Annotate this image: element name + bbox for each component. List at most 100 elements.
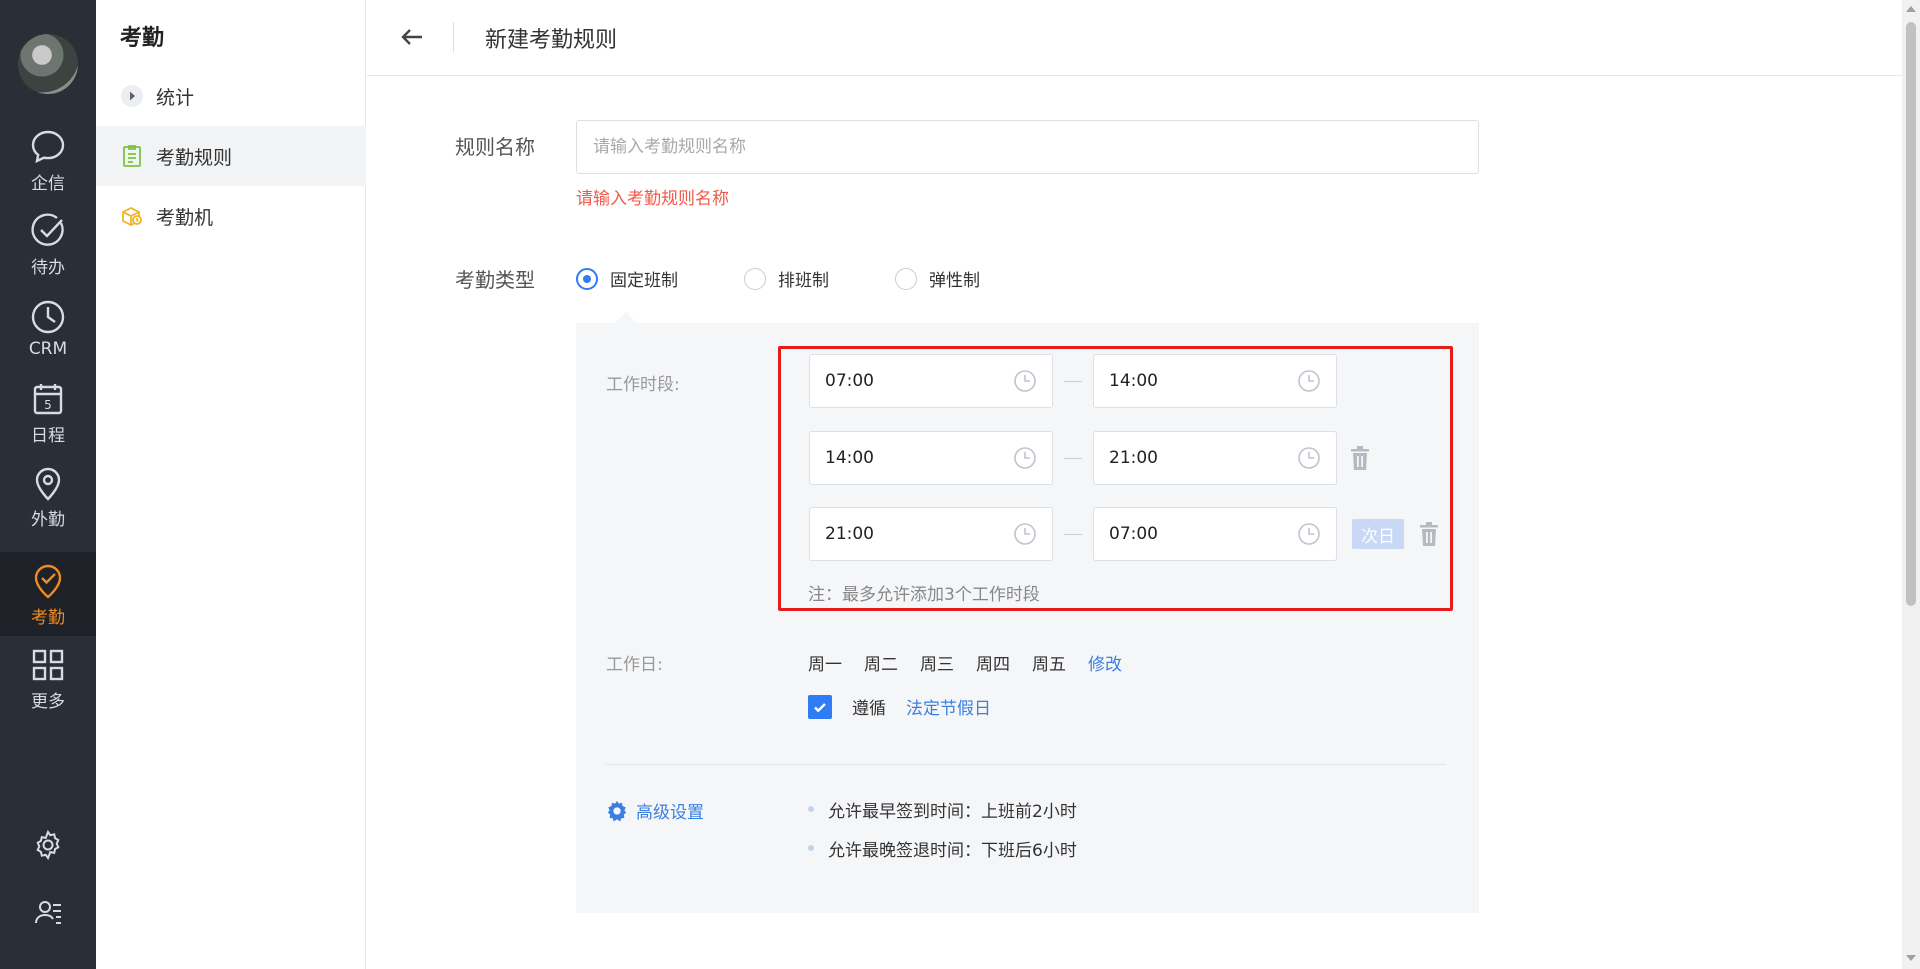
scroll-up-arrow[interactable] [1906,6,1916,12]
period-3-start-picker[interactable]: 21:00 [809,507,1053,561]
clock-icon [1014,523,1036,545]
workday-list: 周一 周二 周三 周四 周五 修改 [808,650,1144,675]
clock-icon [31,300,65,334]
trash-icon [1351,446,1369,470]
holiday-option: 遵循 法定节假日 [808,694,991,719]
workday-item: 周二 [864,655,898,675]
trash-icon [1420,522,1438,546]
rail-label: 企信 [31,173,65,194]
workday-item: 周三 [920,655,954,675]
time-value: 21:00 [825,524,874,544]
advanced-settings-link[interactable]: 高级设置 [606,798,704,823]
scroll-thumb[interactable] [1906,22,1916,606]
rail-label: 更多 [31,691,65,712]
rail-item-todo[interactable]: 待办 [0,202,96,286]
scroll-down-arrow[interactable] [1906,955,1916,961]
edit-workdays-link[interactable]: 修改 [1088,650,1122,675]
time-value: 21:00 [1109,448,1158,468]
user-settings-button[interactable] [0,882,96,942]
radio-dot [576,267,598,290]
holiday-link[interactable]: 法定节假日 [906,694,991,719]
delete-period-3-button[interactable] [1418,521,1440,547]
attendance-type-label: 考勤类型 [455,268,535,292]
rail-item-chat[interactable]: 企信 [0,118,96,202]
rail-label: 外勤 [31,509,65,530]
advanced-settings-list: 允许最早签到时间：上班前2小时 允许最晚签退时间：下班后6小时 [808,798,1077,876]
period-2-end-picker[interactable]: 21:00 [1093,431,1337,485]
follow-label: 遵循 [852,699,886,719]
play-circle-icon [120,84,144,108]
chat-icon [31,130,65,163]
submenu-item-stats[interactable]: 统计 [96,66,366,126]
rule-name-label: 规则名称 [455,135,535,159]
time-value: 07:00 [1109,524,1158,544]
rail-label: 待办 [31,257,65,278]
radio-fixed-shift[interactable]: 固定班制 [576,266,678,291]
clock-icon [1014,370,1036,392]
period-limit-note: 注：最多允许添加3个工作时段 [808,585,1040,605]
submenu-title: 考勤 [120,26,165,51]
work-period-label: 工作时段: [606,375,680,395]
attendance-type-radios: 固定班制 排班制 弹性制 [576,266,1046,291]
radio-flexible-shift[interactable]: 弹性制 [895,266,980,291]
period-3-end-picker[interactable]: 07:00 [1093,507,1337,561]
location-pin-icon [35,467,61,501]
radio-dot [744,267,766,290]
rail-item-crm[interactable]: CRM [0,286,96,370]
clipboard-icon [120,144,144,168]
clock-icon [1298,523,1320,545]
range-separator [1064,381,1082,382]
time-value: 07:00 [825,371,874,391]
rail-item-field[interactable]: 外勤 [0,454,96,538]
submenu-item-machine[interactable]: 考勤机 [96,186,366,246]
rail-item-attendance[interactable]: 考勤 [0,552,96,636]
arrow-left-icon [401,29,422,45]
advanced-item: 允许最早签到时间：上班前2小时 [808,798,1077,822]
rail-item-more[interactable]: 更多 [0,636,96,720]
clock-icon [1298,370,1320,392]
workday-item: 周四 [976,655,1010,675]
rule-name-error: 请输入考勤规则名称 [576,189,729,209]
time-value: 14:00 [825,448,874,468]
check-circle-icon [31,212,64,246]
divider [453,22,454,52]
calendar-icon: 5 [33,383,63,414]
submenu-item-label: 考勤规则 [156,146,233,169]
submenu-item-rules[interactable]: 考勤规则 [96,126,366,186]
topbar: 新建考勤规则 [367,0,1902,76]
period-1-end-picker[interactable]: 14:00 [1093,354,1337,408]
avatar[interactable] [18,34,78,94]
range-separator [1064,534,1082,535]
user-list-icon [35,901,61,924]
icon-rail: 企信 待办 CRM 5 日程 外勤 考勤 更多 [0,0,96,969]
workday-item: 周一 [808,655,842,675]
attendance-pin-icon [34,564,62,599]
radio-label: 排班制 [778,271,829,291]
follow-holiday-checkbox[interactable] [808,694,832,719]
delete-period-2-button[interactable] [1349,445,1371,471]
section-divider [606,764,1446,765]
vertical-scrollbar[interactable] [1902,0,1920,969]
rail-item-schedule[interactable]: 5 日程 [0,370,96,454]
grid-icon [32,649,64,680]
calendar-day: 5 [44,398,52,412]
workday-label: 工作日: [606,655,663,675]
settings-button[interactable] [0,815,96,875]
submenu-item-label: 统计 [156,86,195,109]
submenu: 考勤 统计 考勤规则 考勤机 [96,0,366,969]
period-1-start-picker[interactable]: 07:00 [809,354,1053,408]
time-value: 14:00 [1109,371,1158,391]
clock-icon [1014,447,1036,469]
advanced-settings-label: 高级设置 [636,803,704,823]
radio-dot [895,267,917,290]
radio-label: 弹性制 [929,271,980,291]
rule-name-input[interactable] [576,120,1479,174]
workday-item: 周五 [1032,655,1066,675]
period-2-start-picker[interactable]: 14:00 [809,431,1053,485]
radio-label: 固定班制 [610,271,678,291]
back-button[interactable] [397,22,427,52]
radio-scheduled-shift[interactable]: 排班制 [744,266,829,291]
rail-label: 日程 [31,425,65,446]
advanced-item: 允许最晚签退时间：下班后6小时 [808,837,1077,861]
submenu-item-label: 考勤机 [156,206,214,229]
